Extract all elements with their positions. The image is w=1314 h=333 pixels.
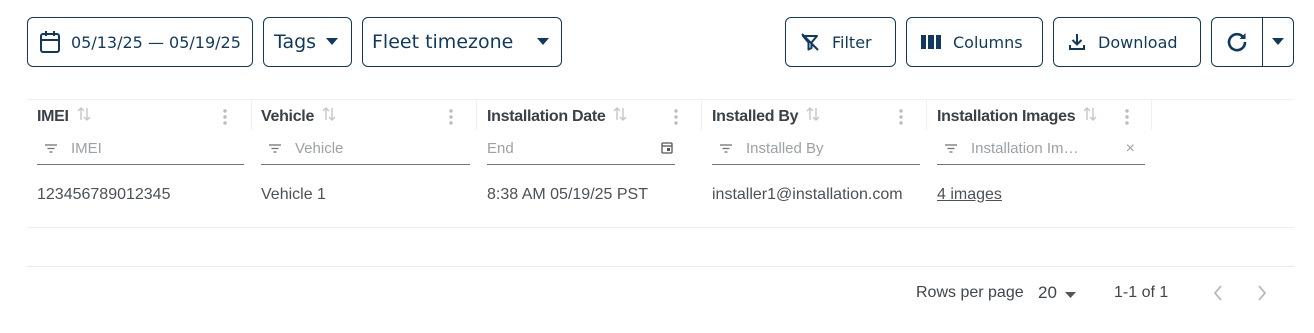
filter-placeholder: Installation Im…: [971, 140, 1079, 157]
column-title: Installation Images: [937, 107, 1076, 125]
column-header-installed-by[interactable]: Installed By: [712, 106, 820, 127]
column-imei: IMEI IMEI: [27, 100, 252, 168]
timezone-dropdown[interactable]: Fleet timezone: [362, 17, 562, 67]
refresh-options-toggle[interactable]: [1263, 18, 1293, 66]
sort-icon[interactable]: [806, 106, 820, 127]
images-link[interactable]: 4 images: [937, 186, 1002, 204]
column-header-imei[interactable]: IMEI: [37, 106, 91, 127]
column-menu-icon[interactable]: [449, 108, 453, 131]
column-menu-icon[interactable]: [223, 108, 227, 131]
download-button[interactable]: Download: [1053, 17, 1201, 67]
column-header-installation-date[interactable]: Installation Date: [487, 106, 627, 127]
download-label: Download: [1098, 32, 1178, 52]
sort-icon[interactable]: [322, 106, 336, 127]
refresh-icon: [1226, 31, 1248, 53]
cell-installation-date: 8:38 AM 05/19/25 PST: [487, 186, 648, 203]
column-title: Installation Date: [487, 107, 606, 125]
cell-vehicle: Vehicle 1: [261, 186, 326, 203]
column-menu-icon[interactable]: [674, 108, 678, 131]
cell-imei: 123456789012345: [37, 186, 171, 203]
filter-label: Filter: [832, 32, 872, 52]
filter-list-icon: [269, 140, 281, 158]
column-title: Vehicle: [261, 107, 315, 125]
filter-list-icon: [45, 140, 57, 158]
tags-dropdown[interactable]: Tags: [263, 17, 352, 67]
vehicle-filter-input[interactable]: Vehicle: [261, 133, 470, 165]
column-vehicle: Vehicle Vehicle: [251, 100, 477, 168]
imei-filter-input[interactable]: IMEI: [37, 133, 244, 165]
column-title: Installed By: [712, 107, 799, 125]
pagination-range: 1-1 of 1: [1114, 284, 1169, 301]
installation-images-filter-input[interactable]: Installation Im… ×: [937, 133, 1145, 165]
refresh-split-button[interactable]: [1211, 17, 1294, 67]
sort-icon[interactable]: [77, 106, 91, 127]
filter-off-icon: [800, 32, 820, 52]
timezone-label: Fleet timezone: [372, 31, 514, 53]
filter-button[interactable]: Filter: [785, 17, 896, 67]
filter-placeholder: IMEI: [71, 140, 102, 157]
caret-down-icon: [537, 38, 550, 46]
column-installation-date: Installation Date End: [477, 100, 702, 168]
cell-installed-by: installer1@installation.com: [712, 186, 903, 203]
caret-down-icon: [1272, 38, 1284, 46]
download-icon: [1068, 33, 1086, 51]
sort-icon[interactable]: [1083, 106, 1097, 127]
columns-button[interactable]: Columns: [906, 17, 1043, 67]
rows-per-page-select[interactable]: 20: [1038, 283, 1076, 303]
filter-placeholder: Installed By: [746, 140, 824, 157]
column-title: IMEI: [37, 107, 69, 125]
clear-filter-icon[interactable]: ×: [1126, 140, 1135, 158]
columns-label: Columns: [953, 32, 1023, 52]
installed-by-filter-input[interactable]: Installed By: [712, 133, 920, 165]
sort-icon[interactable]: [613, 106, 627, 127]
calendar-icon: [39, 30, 61, 54]
columns-icon: [921, 34, 941, 50]
caret-down-icon: [326, 38, 339, 46]
rows-per-page-label: Rows per page: [916, 284, 1024, 301]
filter-placeholder: Vehicle: [295, 140, 344, 157]
refresh-button[interactable]: [1212, 18, 1263, 66]
filter-placeholder: End: [487, 140, 514, 157]
caret-down-icon: [1057, 283, 1076, 303]
installation-date-filter-input[interactable]: End: [487, 133, 675, 165]
tags-label: Tags: [274, 31, 317, 53]
date-range-button[interactable]: 05/13/25 — 05/19/25: [27, 17, 253, 67]
filter-list-icon: [720, 140, 732, 158]
table-row[interactable]: 123456789012345 Vehicle 1 8:38 AM 05/19/…: [27, 168, 1294, 228]
column-header-installation-images[interactable]: Installation Images: [937, 106, 1097, 127]
next-page-icon[interactable]: [1257, 284, 1267, 307]
grid-header: IMEI IMEI Vehicle Vehicle Installation D…: [27, 99, 1294, 167]
rows-per-page-value: 20: [1038, 283, 1057, 302]
column-header-vehicle[interactable]: Vehicle: [261, 106, 336, 127]
date-range-label: 05/13/25 — 05/19/25: [71, 32, 241, 52]
pagination-footer: Rows per page 20 1-1 of 1: [27, 266, 1294, 333]
column-menu-icon[interactable]: [899, 108, 903, 131]
column-menu-icon[interactable]: [1125, 108, 1129, 131]
calendar-icon[interactable]: [661, 141, 673, 159]
previous-page-icon[interactable]: [1213, 284, 1223, 307]
filter-list-icon: [945, 140, 957, 158]
column-installation-images: Installation Images Installation Im… ×: [927, 100, 1152, 168]
column-installed-by: Installed By Installed By: [702, 100, 927, 168]
column-separator[interactable]: [1151, 100, 1152, 130]
